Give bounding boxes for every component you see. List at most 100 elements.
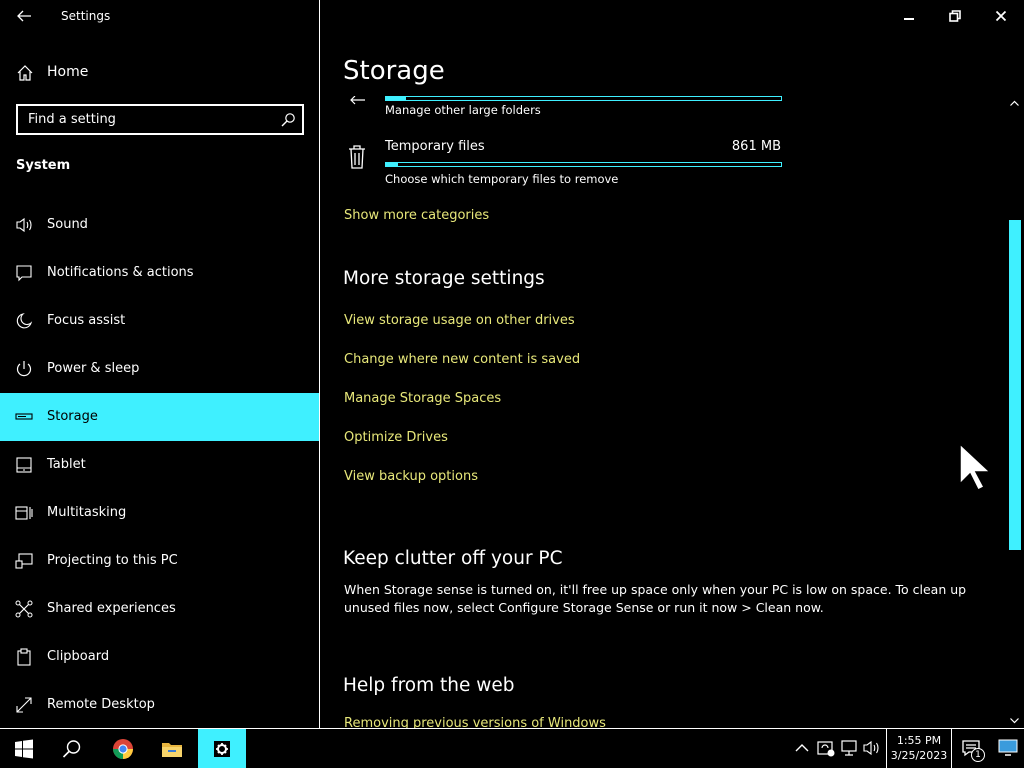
search-icon[interactable] — [280, 112, 296, 128]
page-title: Storage — [343, 56, 445, 86]
notification-icon — [15, 264, 33, 282]
chevron-up-icon — [1010, 100, 1019, 106]
volume-icon[interactable] — [862, 738, 882, 758]
tablet-icon — [15, 456, 33, 474]
category-temporary-files[interactable]: Temporary files 861 MB Choose which temp… — [321, 134, 1006, 190]
sidebar-item-tablet[interactable]: Tablet — [0, 441, 319, 489]
sidebar-item-home[interactable]: Home — [0, 58, 319, 88]
view-backup-options-link[interactable]: View backup options — [344, 469, 478, 484]
back-button[interactable] — [12, 4, 36, 28]
start-icon — [15, 739, 33, 758]
keep-clutter-heading: Keep clutter off your PC — [343, 548, 563, 569]
desktop-icon — [998, 739, 1018, 756]
chevron-down-icon — [1010, 718, 1019, 724]
close-button[interactable] — [978, 0, 1024, 32]
minimize-button[interactable] — [886, 0, 932, 32]
more-storage-settings-heading: More storage settings — [343, 268, 545, 289]
projecting-icon — [15, 552, 33, 570]
sidebar-item-label: Storage — [47, 409, 98, 424]
sidebar-item-focus-assist[interactable]: Focus assist — [0, 297, 319, 345]
clock-date: 3/25/2023 — [890, 749, 948, 762]
section-title: System — [16, 158, 71, 173]
scroll-down-button[interactable] — [1006, 714, 1023, 728]
category-other-folders[interactable]: Manage other large folders — [321, 96, 1006, 126]
usage-bar — [385, 96, 782, 101]
category-description: Choose which temporary files to remove — [385, 172, 619, 186]
sidebar-home-label: Home — [47, 64, 89, 80]
taskbar-search-button[interactable] — [48, 729, 96, 768]
power-icon — [15, 360, 33, 378]
taskbar-settings-button[interactable] — [198, 729, 246, 768]
restore-icon — [949, 10, 961, 22]
sidebar-item-label: Tablet — [47, 457, 86, 472]
scroll-thumb[interactable] — [1009, 219, 1021, 550]
chrome-icon — [112, 738, 134, 759]
sidebar-item-label: Notifications & actions — [47, 265, 194, 280]
back-arrow-icon — [17, 10, 31, 22]
sidebar-item-storage[interactable]: Storage — [0, 393, 319, 441]
sidebar-item-notifications[interactable]: Notifications & actions — [0, 249, 319, 297]
scroll-up-button[interactable] — [1006, 96, 1023, 110]
manage-storage-spaces-link[interactable]: Manage Storage Spaces — [344, 391, 501, 406]
help-link-remove-previous-windows[interactable]: Removing previous versions of Windows — [344, 716, 606, 728]
view-storage-other-drives-link[interactable]: View storage usage on other drives — [344, 313, 575, 328]
action-center-button[interactable]: 1 — [952, 729, 992, 768]
change-content-location-link[interactable]: Change where new content is saved — [344, 352, 580, 367]
moon-icon — [15, 312, 33, 330]
file-explorer-icon — [162, 742, 182, 757]
storage-page: Storage Manage other large folders Tempo… — [321, 0, 1024, 728]
close-icon — [995, 10, 1007, 22]
taskbar-clock[interactable]: 1:55 PM 3/25/2023 — [886, 729, 952, 768]
scroll-content: Manage other large folders Temporary fil… — [321, 96, 1006, 728]
sidebar-item-label: Multitasking — [47, 505, 127, 520]
window-title: Settings — [61, 9, 111, 23]
sidebar-item-label: Power & sleep — [47, 361, 140, 376]
sidebar-item-label: Shared experiences — [47, 601, 176, 616]
usage-bar-fill — [386, 97, 406, 100]
search-input[interactable]: Find a setting — [16, 104, 304, 135]
notification-count-badge: 1 — [971, 748, 985, 762]
sidebar-item-shared-experiences[interactable]: Shared experiences — [0, 585, 319, 633]
restore-button[interactable] — [932, 0, 978, 32]
clipboard-icon — [15, 648, 33, 666]
help-from-web-heading: Help from the web — [343, 675, 515, 696]
vertical-scrollbar[interactable] — [1006, 96, 1023, 728]
sidebar-item-label: Focus assist — [47, 313, 126, 328]
optimize-drives-link[interactable]: Optimize Drives — [344, 430, 448, 445]
network-icon[interactable] — [840, 738, 860, 758]
start-button[interactable] — [0, 729, 48, 768]
storage-icon — [15, 408, 33, 426]
search-placeholder: Find a setting — [28, 112, 116, 127]
usage-bar — [385, 162, 782, 167]
sidebar-item-power-sleep[interactable]: Power & sleep — [0, 345, 319, 393]
folder-arrow-icon — [345, 96, 369, 110]
keep-clutter-text: When Storage sense is turned on, it'll f… — [344, 582, 967, 615]
taskbar-file-explorer-button[interactable] — [148, 729, 196, 768]
trash-icon — [345, 144, 369, 170]
tray-update-icon[interactable] — [816, 738, 836, 758]
sidebar-item-sound[interactable]: Sound — [0, 201, 319, 249]
show-desktop-button[interactable] — [998, 739, 1018, 757]
sidebar-nav: Sound Notifications & actions Focus assi… — [0, 201, 319, 729]
taskbar-chrome-button[interactable] — [99, 729, 147, 768]
multitasking-icon — [15, 504, 33, 522]
usage-bar-fill — [386, 163, 398, 166]
sidebar-item-clipboard[interactable]: Clipboard — [0, 633, 319, 681]
sidebar-item-label: Remote Desktop — [47, 697, 155, 712]
sidebar-item-remote-desktop[interactable]: Remote Desktop — [0, 681, 319, 729]
category-size: 861 MB — [731, 139, 781, 154]
sidebar-item-projecting[interactable]: Projecting to this PC — [0, 537, 319, 585]
minimize-icon — [904, 18, 914, 20]
sidebar-item-label: Clipboard — [47, 649, 110, 664]
show-more-categories-link[interactable]: Show more categories — [344, 208, 489, 223]
taskbar: 1:55 PM 3/25/2023 1 — [0, 728, 1024, 768]
sidebar-item-label: Sound — [47, 217, 88, 232]
remote-desktop-icon — [15, 696, 33, 714]
mouse-cursor-icon — [959, 442, 990, 492]
sidebar-item-label: Projecting to this PC — [47, 553, 178, 568]
sidebar-item-multitasking[interactable]: Multitasking — [0, 489, 319, 537]
window-controls — [886, 0, 1024, 32]
category-description: Manage other large folders — [385, 103, 541, 117]
tray-overflow-button[interactable] — [792, 738, 812, 758]
search-icon — [62, 739, 81, 758]
